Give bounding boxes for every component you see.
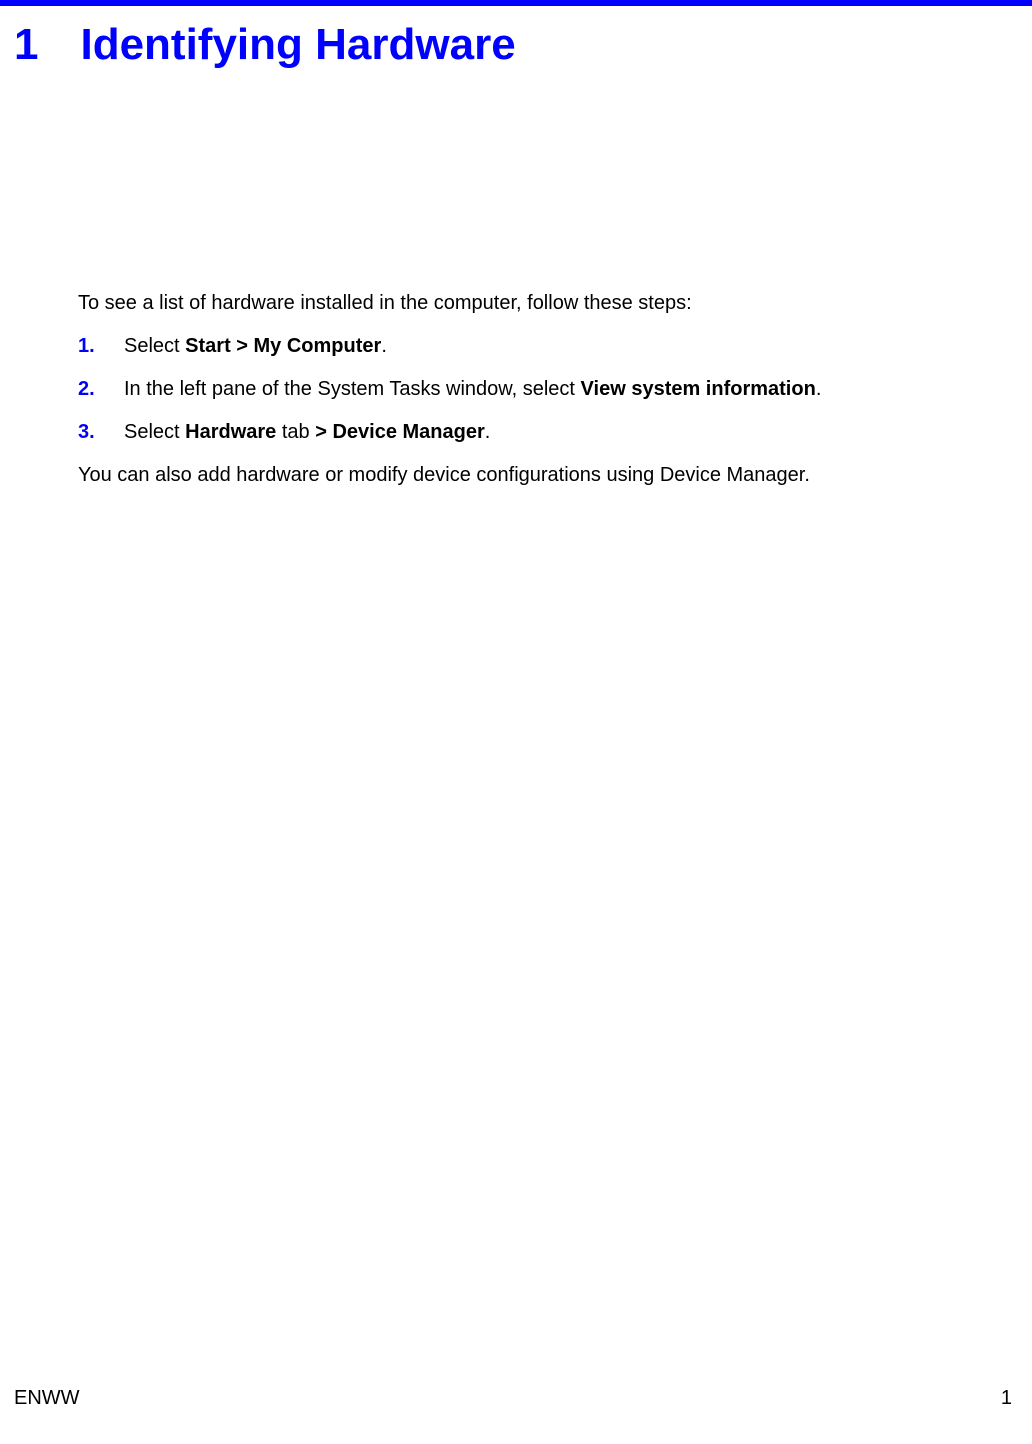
footer-page-number: 1 xyxy=(1001,1387,1012,1410)
step-text-bold: Hardware xyxy=(185,421,276,443)
step-item: 2. In the left pane of the System Tasks … xyxy=(78,376,954,403)
chapter-number: 1 xyxy=(14,20,38,70)
step-number: 3. xyxy=(78,419,124,446)
step-text-mid: tab xyxy=(276,421,315,443)
step-item: 3. Select Hardware tab > Device Manager. xyxy=(78,419,954,446)
step-text-post: . xyxy=(485,421,491,443)
closing-paragraph: You can also add hardware or modify devi… xyxy=(78,462,954,489)
step-number: 2. xyxy=(78,376,124,403)
step-text-bold: Start > My Computer xyxy=(185,335,381,357)
step-text-post: . xyxy=(381,335,387,357)
content-area: To see a list of hardware installed in t… xyxy=(0,70,1032,489)
step-text: In the left pane of the System Tasks win… xyxy=(124,376,954,403)
chapter-heading: 1 Identifying Hardware xyxy=(0,6,1032,70)
step-text-bold2: > Device Manager xyxy=(315,421,485,443)
page-footer: ENWW 1 xyxy=(14,1387,1012,1410)
step-text: Select Hardware tab > Device Manager. xyxy=(124,419,954,446)
step-item: 1. Select Start > My Computer. xyxy=(78,333,954,360)
footer-left: ENWW xyxy=(14,1387,80,1410)
step-text-post: . xyxy=(816,378,822,400)
step-text: Select Start > My Computer. xyxy=(124,333,954,360)
step-text-bold: View system information xyxy=(581,378,816,400)
step-number: 1. xyxy=(78,333,124,360)
intro-paragraph: To see a list of hardware installed in t… xyxy=(78,290,954,317)
step-text-pre: Select xyxy=(124,335,185,357)
step-text-pre: Select xyxy=(124,421,185,443)
chapter-title: Identifying Hardware xyxy=(80,20,515,70)
step-text-pre: In the left pane of the System Tasks win… xyxy=(124,378,581,400)
steps-list: 1. Select Start > My Computer. 2. In the… xyxy=(78,333,954,446)
